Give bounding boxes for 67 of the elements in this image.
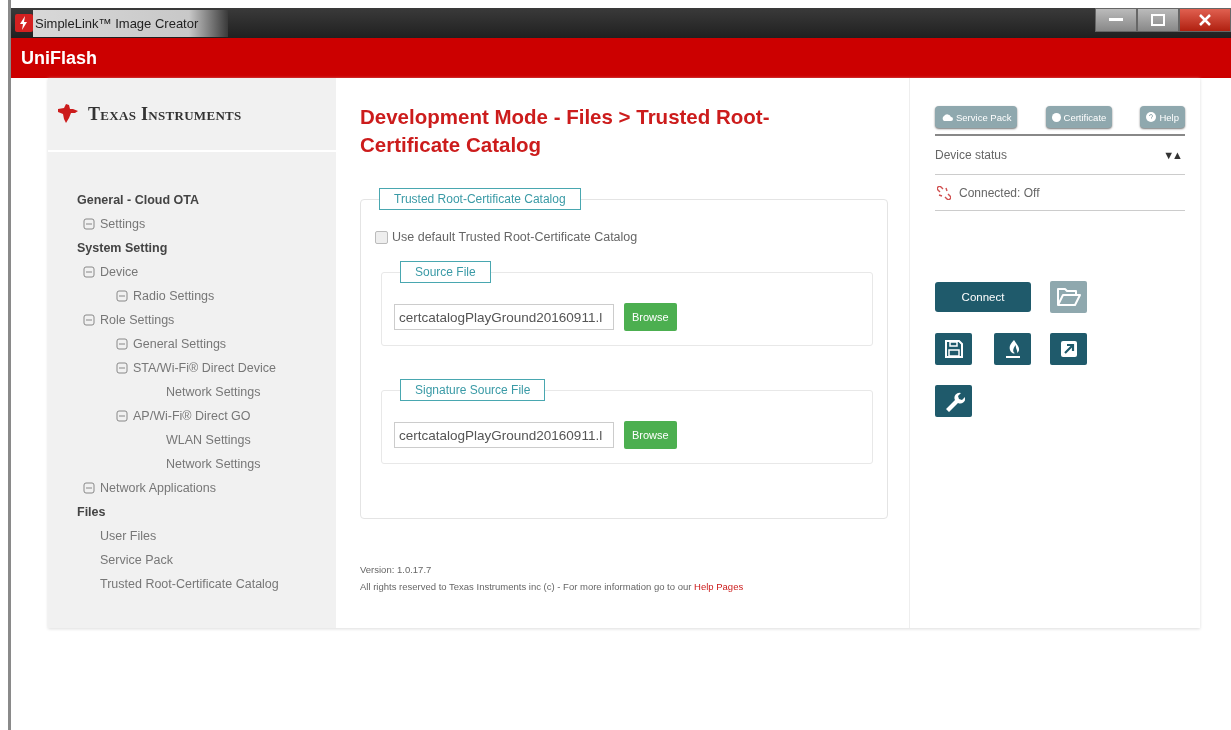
circle-icon	[1051, 112, 1061, 122]
connect-button[interactable]: Connect	[935, 282, 1031, 312]
tree-item[interactable]: AP/Wi-Fi® Direct GO	[133, 409, 251, 423]
close-icon	[1199, 14, 1211, 26]
tree-item[interactable]: General Settings	[133, 337, 227, 351]
broken-link-icon	[937, 185, 951, 200]
tree-item[interactable]: User Files	[100, 529, 157, 543]
toolbar-button[interactable]: Help	[1140, 106, 1185, 128]
external-link-icon	[1058, 339, 1079, 359]
tree-item[interactable]: Radio Settings	[133, 289, 215, 303]
tree-item[interactable]: Role Settings	[100, 313, 175, 327]
file-path-field[interactable]: certcatalogPlayGround20160911.l	[394, 422, 614, 448]
collapse-icon[interactable]	[116, 410, 128, 422]
maximize-icon	[1151, 14, 1165, 26]
collapse-icon[interactable]	[116, 362, 128, 374]
window-title: SimpleLink™ Image Creator	[33, 9, 229, 37]
tree-section-header[interactable]: General - Cloud OTA	[77, 188, 336, 212]
collapse-icon[interactable]	[83, 218, 95, 230]
toolbar-button[interactable]: Service Pack	[935, 106, 1018, 128]
tool-button[interactable]	[935, 385, 972, 417]
collapse-icon[interactable]	[83, 482, 95, 494]
toolbar-button[interactable]: Certificate	[1045, 106, 1113, 128]
collapse-icon[interactable]	[116, 290, 128, 302]
section-legend: Signature Source File	[400, 379, 546, 401]
tree-item[interactable]: Service Pack	[100, 553, 173, 567]
collapse-icon[interactable]	[83, 314, 95, 326]
help-pages-link[interactable]: Help Pages	[694, 581, 744, 592]
tree-item[interactable]: WLAN Settings	[166, 433, 251, 447]
tree-item[interactable]: Network Settings	[166, 457, 261, 471]
version-text: Version: 1.0.17.7	[360, 564, 433, 575]
minimize-icon	[1109, 18, 1123, 22]
device-status-label: Device status	[935, 148, 1008, 162]
checkbox-label[interactable]: Use default Trusted Root-Certificate Catalog	[392, 230, 638, 244]
logo-text: Texas Instruments	[88, 103, 242, 125]
tree-item[interactable]: Network Settings	[166, 385, 261, 399]
app-icon	[15, 14, 33, 32]
browse-button[interactable]: Browse	[624, 421, 677, 449]
tree-section-header[interactable]: Files	[77, 500, 336, 524]
tree-item[interactable]: Trusted Root-Certificate Catalog	[100, 577, 279, 591]
app-title: UniFlash	[20, 47, 97, 69]
tree-item[interactable]: Network Applications	[100, 481, 217, 495]
tree-item[interactable]: Device	[100, 265, 139, 279]
collapse-toggle[interactable]: ▼▲	[1163, 149, 1185, 161]
section-legend: Source File	[400, 261, 491, 283]
help-icon	[1146, 112, 1157, 122]
file-path-field[interactable]: certcatalogPlayGround20160911.l	[394, 304, 614, 330]
connection-status: Connected: Off	[959, 185, 1040, 200]
tree-item[interactable]: STA/Wi-Fi® Direct Device	[133, 361, 276, 375]
tool-button[interactable]	[1050, 333, 1087, 365]
maximize-button[interactable]	[1137, 8, 1179, 32]
page-title: Development Mode - Files > Trusted Root-Certificate Catalog	[360, 104, 771, 158]
browse-button[interactable]: Browse	[624, 303, 677, 331]
collapse-icon[interactable]	[116, 338, 128, 350]
section-legend: Trusted Root-Certificate Catalog	[379, 188, 581, 210]
tool-button[interactable]	[935, 333, 972, 365]
collapse-icon[interactable]	[83, 266, 95, 278]
tool-button[interactable]	[994, 333, 1031, 365]
copyright-text: All rights reserved to Texas Instruments inc (c) - For more information go to our	[360, 581, 692, 592]
folder-icon	[1055, 286, 1082, 308]
tree-item[interactable]: Settings	[100, 217, 146, 231]
tree-section-header[interactable]: System Setting	[77, 236, 336, 260]
logo-icon	[56, 103, 80, 125]
minimize-button[interactable]	[1095, 8, 1137, 32]
close-button[interactable]	[1179, 8, 1231, 32]
cloud-icon	[941, 113, 953, 121]
checkbox[interactable]	[375, 230, 388, 244]
save-icon	[943, 339, 964, 359]
